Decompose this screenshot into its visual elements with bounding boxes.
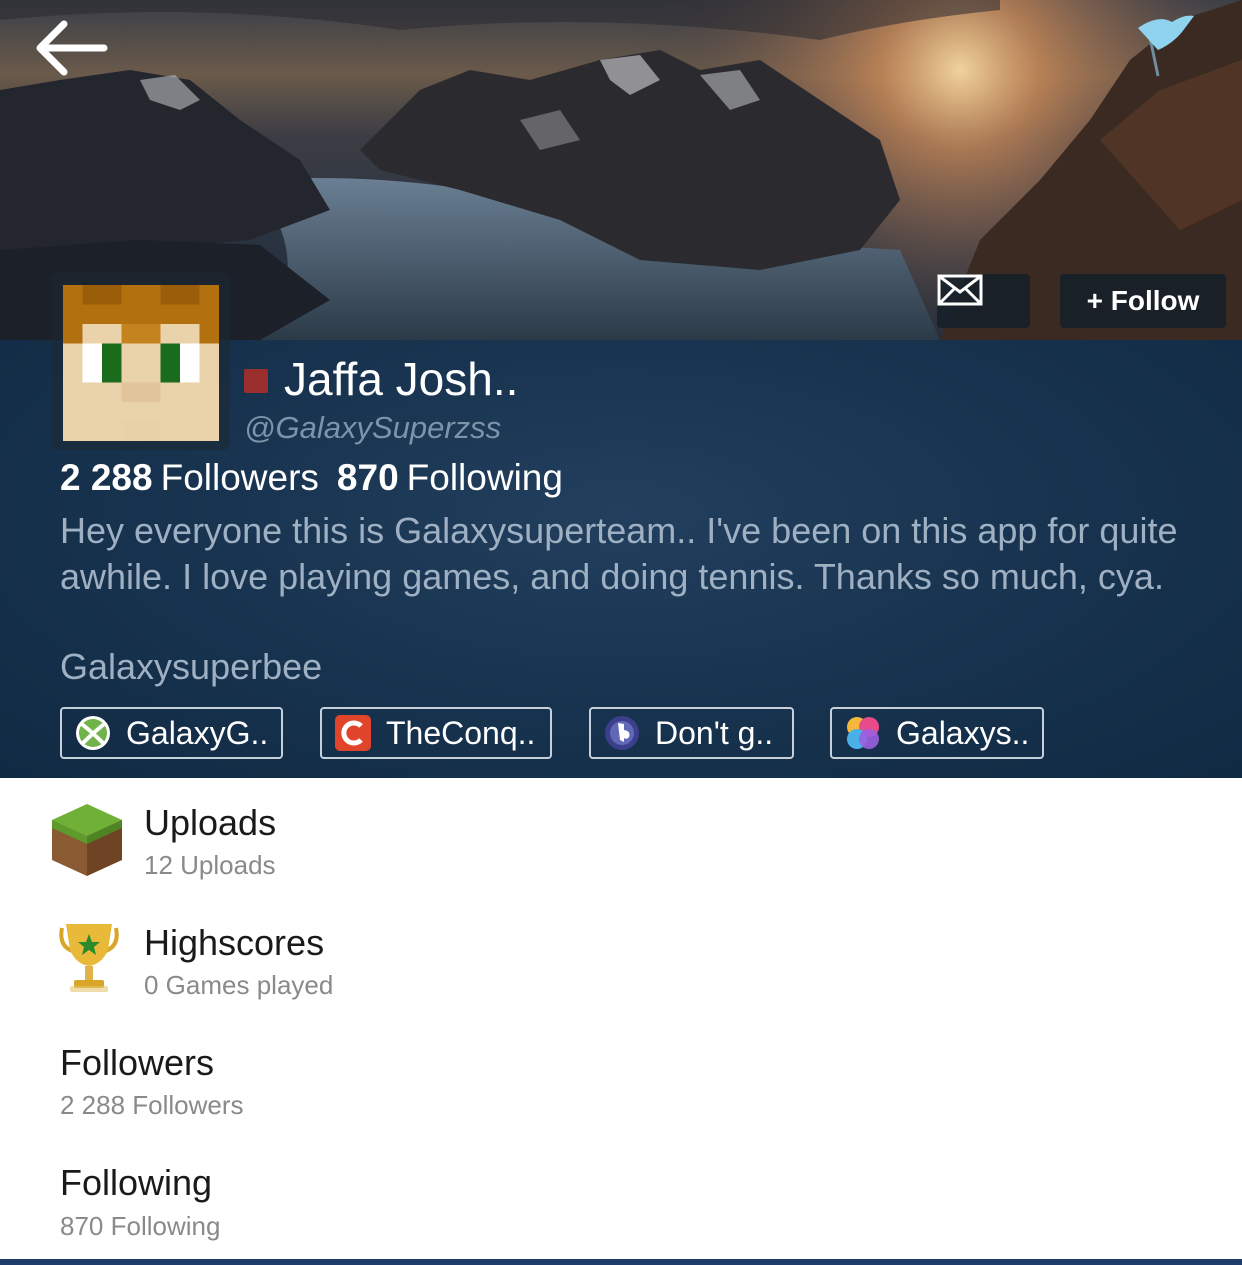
following-row[interactable]: Following 870 Following bbox=[0, 1150, 1242, 1265]
app-logo-icon bbox=[334, 714, 372, 752]
playstation-icon bbox=[603, 714, 641, 752]
trophy-icon bbox=[56, 920, 122, 1001]
minecraft-skin-face bbox=[63, 285, 219, 441]
followers-count[interactable]: 2 288 bbox=[60, 457, 153, 498]
account-chip-label: Don't g.. bbox=[655, 714, 774, 751]
game-center-icon bbox=[844, 714, 882, 752]
account-chip-label: TheConq.. bbox=[386, 714, 536, 751]
following-title: Following bbox=[60, 1162, 213, 1203]
status-indicator bbox=[244, 369, 268, 393]
bottom-accent-bar bbox=[0, 1259, 1242, 1265]
envelope-icon bbox=[937, 274, 983, 306]
follow-button[interactable]: + Follow bbox=[1060, 274, 1226, 328]
highscores-title: Highscores bbox=[144, 922, 325, 963]
message-button[interactable] bbox=[937, 274, 1030, 328]
account-chip-playstation[interactable]: Don't g.. bbox=[589, 707, 794, 759]
uploads-title: Uploads bbox=[144, 802, 277, 843]
following-subtitle: 870 Following bbox=[60, 1211, 221, 1241]
uploads-row[interactable]: Uploads 12 Uploads bbox=[0, 790, 1242, 908]
flag-icon bbox=[1138, 15, 1194, 77]
account-chip-app[interactable]: TheConq.. bbox=[320, 707, 552, 759]
highscores-row[interactable]: Highscores 0 Games played bbox=[0, 910, 1242, 1028]
account-chip-label: GalaxyG.. bbox=[126, 714, 269, 751]
profile-bio: Hey everyone this is Galaxysuperteam.. I… bbox=[60, 510, 1178, 597]
profile-bio-signature: Galaxysuperbee bbox=[60, 646, 323, 687]
back-button[interactable] bbox=[34, 18, 108, 78]
uploads-subtitle: 12 Uploads bbox=[144, 850, 276, 880]
grass-block-icon bbox=[50, 802, 124, 883]
follow-stats: 2 288 Followers 870 Following bbox=[60, 457, 581, 499]
arrow-left-icon bbox=[36, 20, 108, 76]
highscores-subtitle: 0 Games played bbox=[144, 970, 334, 1000]
account-chip-game-center[interactable]: Galaxys.. bbox=[830, 707, 1044, 759]
avatar[interactable] bbox=[63, 285, 219, 441]
following-label[interactable]: Following bbox=[407, 457, 563, 498]
followers-label[interactable]: Followers bbox=[161, 457, 319, 498]
profile-handle: @GalaxySuperzss bbox=[244, 410, 502, 445]
xbox-icon bbox=[74, 714, 112, 752]
followers-row[interactable]: Followers 2 288 Followers bbox=[0, 1030, 1242, 1148]
report-flag-button[interactable] bbox=[1132, 10, 1196, 80]
followers-title: Followers bbox=[60, 1042, 215, 1083]
profile-name: Jaffa Josh.. bbox=[284, 353, 519, 405]
account-chip-xbox[interactable]: GalaxyG.. bbox=[60, 707, 283, 759]
account-chip-label: Galaxys.. bbox=[896, 714, 1030, 751]
followers-subtitle: 2 288 Followers bbox=[60, 1090, 244, 1120]
following-count[interactable]: 870 bbox=[337, 457, 399, 498]
